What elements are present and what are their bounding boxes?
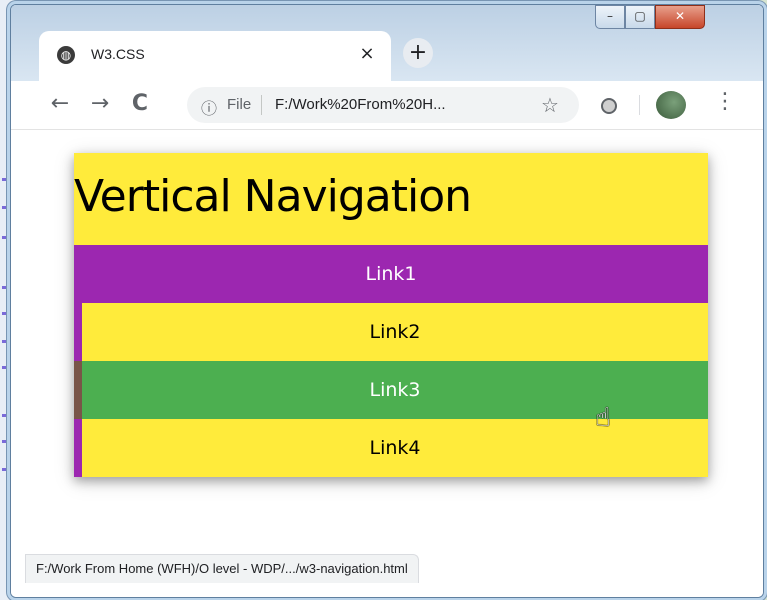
url-text[interactable]: F:/Work%20From%20H... (275, 96, 446, 113)
bookmark-star-icon[interactable]: ☆ (541, 93, 559, 118)
kebab-menu-icon[interactable]: ⋮ (714, 89, 736, 114)
title-bar: ◍ W3.CSS × + – ▢ ✕ (11, 5, 763, 81)
forward-arrow-icon[interactable]: → (87, 91, 113, 116)
vertical-nav-card: Vertical Navigation Link1 Link2 Link3 Li… (74, 153, 708, 477)
extension-icon[interactable] (601, 98, 617, 114)
minimize-button[interactable]: – (595, 5, 625, 29)
nav-link-2[interactable]: Link2 (74, 303, 708, 361)
browser-toolbar: ← → C ⓘ File F:/Work%20From%20H... ☆ ⋮ (11, 81, 763, 130)
close-window-button[interactable]: ✕ (655, 5, 705, 29)
maximize-button[interactable]: ▢ (625, 5, 655, 29)
new-tab-button[interactable]: + (403, 38, 433, 68)
globe-icon: ◍ (57, 46, 75, 64)
address-separator (261, 95, 262, 115)
address-bar[interactable]: ⓘ File F:/Work%20From%20H... ☆ (187, 87, 579, 123)
toolbar-separator (639, 95, 640, 115)
reload-icon[interactable]: C (127, 91, 153, 116)
page-title: Vertical Navigation (74, 171, 472, 222)
tab-w3css[interactable]: ◍ W3.CSS × (39, 31, 391, 81)
tab-close-icon[interactable]: × (357, 43, 377, 64)
hand-pointer-icon: ☝ (595, 403, 611, 433)
nav-link-3[interactable]: Link3 (74, 361, 708, 419)
profile-avatar[interactable] (656, 91, 686, 119)
info-icon[interactable]: ⓘ (201, 95, 217, 119)
status-bar: F:/Work From Home (WFH)/O level - WDP/..… (25, 554, 419, 583)
page-content: Vertical Navigation Link1 Link2 Link3 Li… (11, 130, 763, 597)
nav-header: Vertical Navigation (74, 153, 708, 245)
scheme-label: File (227, 96, 252, 113)
tab-title: W3.CSS (91, 46, 145, 62)
back-arrow-icon[interactable]: ← (47, 91, 73, 116)
browser-window: ◍ W3.CSS × + – ▢ ✕ ← → C ⓘ File F:/Work%… (10, 4, 764, 598)
nav-link-1[interactable]: Link1 (74, 245, 708, 303)
nav-link-4[interactable]: Link4 (74, 419, 708, 477)
